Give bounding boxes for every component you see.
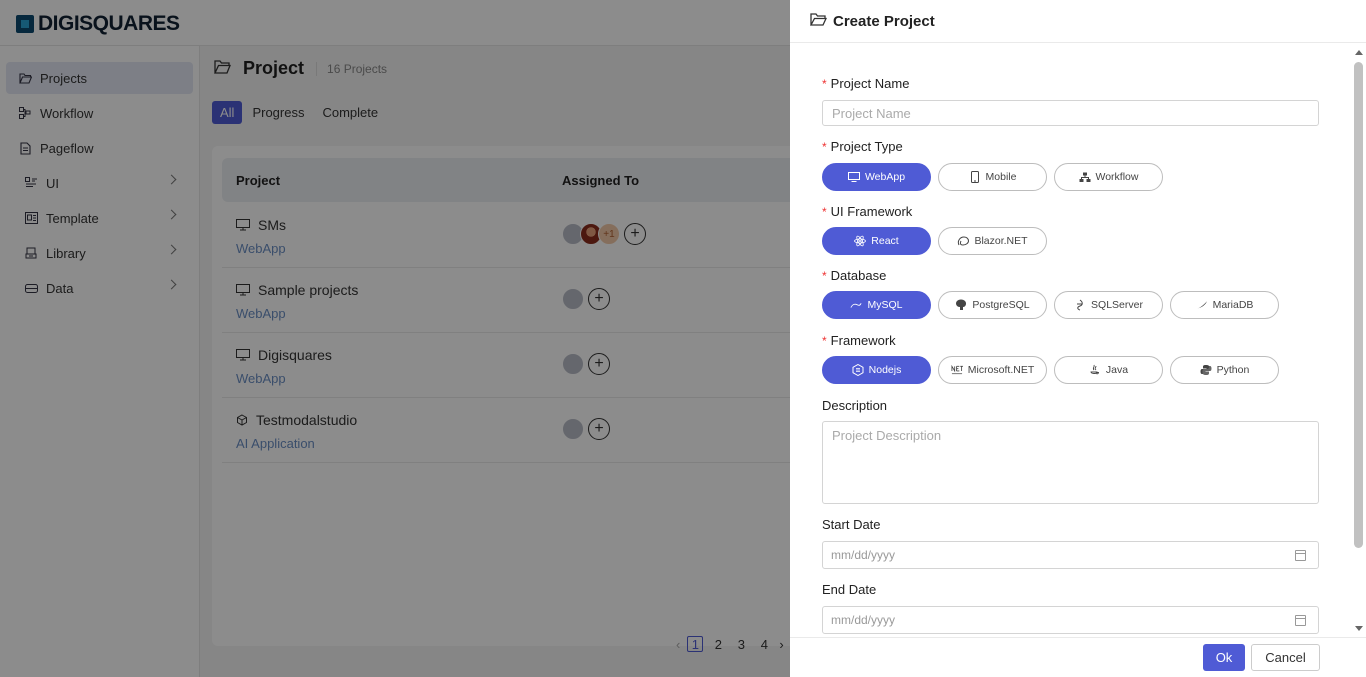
python-icon xyxy=(1200,364,1212,376)
required-marker: * xyxy=(822,205,827,219)
end-date-input[interactable]: mm/dd/yyyy xyxy=(822,606,1319,634)
mysql-icon xyxy=(850,299,863,311)
end-date-label: End Date xyxy=(822,582,877,597)
cancel-button[interactable]: Cancel xyxy=(1251,644,1320,671)
calendar-icon[interactable] xyxy=(1295,550,1306,561)
scroll-down-arrow-icon[interactable] xyxy=(1355,626,1363,631)
ui-framework-options: React Blazor.NET xyxy=(822,227,1047,255)
framework-options: Nodejs Microsoft.NET Java Python xyxy=(822,356,1279,384)
database-options: MySQL PostgreSQL SQLServer MariaDB xyxy=(822,291,1279,319)
start-date-input[interactable]: mm/dd/yyyy xyxy=(822,541,1319,569)
react-icon xyxy=(854,235,867,247)
drawer-footer: Ok Cancel xyxy=(790,637,1366,677)
description-textarea[interactable] xyxy=(822,421,1319,504)
required-marker: * xyxy=(822,269,827,283)
option-mariadb[interactable]: MariaDB xyxy=(1170,291,1279,319)
create-project-drawer: Create Project *Project Name *Project Ty… xyxy=(790,0,1366,677)
ui-framework-label: * UI Framework xyxy=(822,204,913,219)
scroll-thumb[interactable] xyxy=(1354,62,1363,548)
mobile-icon xyxy=(969,171,981,183)
required-marker: * xyxy=(822,77,827,91)
description-label: Description xyxy=(822,398,888,413)
scroll-up-arrow-icon[interactable] xyxy=(1355,50,1363,55)
required-marker: * xyxy=(822,140,827,154)
start-date-label: Start Date xyxy=(822,517,881,532)
drawer-title: Create Project xyxy=(833,12,935,30)
mariadb-icon xyxy=(1196,299,1208,311)
modal-overlay[interactable] xyxy=(0,0,790,677)
option-sqlserver[interactable]: SQLServer xyxy=(1054,291,1163,319)
option-mysql[interactable]: MySQL xyxy=(822,291,931,319)
required-marker: * xyxy=(822,334,827,348)
option-nodejs[interactable]: Nodejs xyxy=(822,356,931,384)
folder-open-icon xyxy=(809,13,828,29)
project-name-input[interactable] xyxy=(822,100,1319,126)
option-mobile[interactable]: Mobile xyxy=(938,163,1047,191)
ok-button[interactable]: Ok xyxy=(1203,644,1245,671)
postgresql-icon xyxy=(955,299,967,311)
calendar-icon[interactable] xyxy=(1295,615,1306,626)
monitor-icon xyxy=(847,171,860,183)
option-workflow[interactable]: Workflow xyxy=(1054,163,1163,191)
sqlserver-icon xyxy=(1074,299,1086,311)
database-label: * Database xyxy=(822,268,887,283)
workflow-icon xyxy=(1079,171,1091,183)
nodejs-icon xyxy=(852,364,864,376)
option-blazor[interactable]: Blazor.NET xyxy=(938,227,1047,255)
project-name-label: * Project Name xyxy=(822,76,910,91)
option-microsoft-net[interactable]: Microsoft.NET xyxy=(938,356,1047,384)
project-type-options: WebApp Mobile Workflow xyxy=(822,163,1163,191)
drawer-header: Create Project xyxy=(790,0,1366,43)
option-postgresql[interactable]: PostgreSQL xyxy=(938,291,1047,319)
framework-label: * Framework xyxy=(822,333,896,348)
option-python[interactable]: Python xyxy=(1170,356,1279,384)
drawer-scrollbar[interactable] xyxy=(1352,46,1366,636)
blazor-icon xyxy=(957,235,970,247)
dotnet-icon xyxy=(951,364,963,376)
option-java[interactable]: Java xyxy=(1054,356,1163,384)
project-type-label: * Project Type xyxy=(822,139,903,154)
option-react[interactable]: React xyxy=(822,227,931,255)
drawer-body: *Project Name *Project Type WebApp Mobil… xyxy=(790,43,1366,637)
option-webapp[interactable]: WebApp xyxy=(822,163,931,191)
java-icon xyxy=(1089,364,1101,376)
